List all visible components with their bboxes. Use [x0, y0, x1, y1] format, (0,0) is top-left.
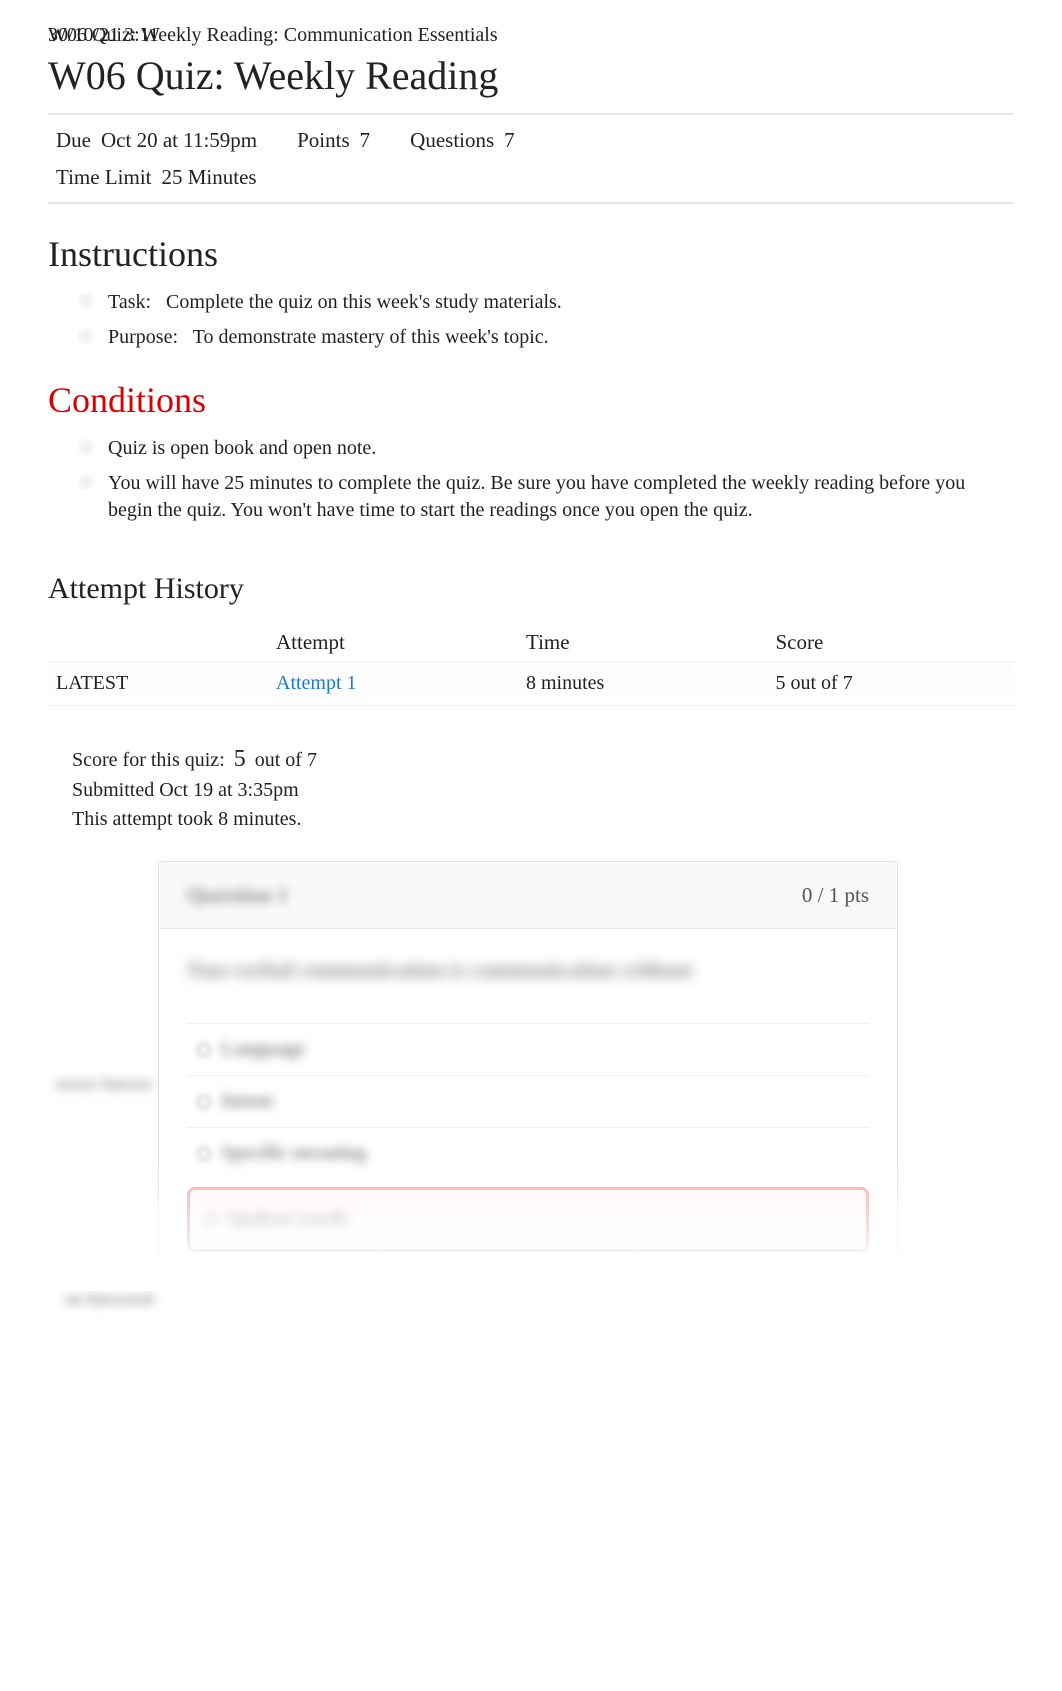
conditions-list: Quiz is open book and open note. You wil… [48, 435, 1014, 524]
questions-label: Questions [410, 128, 494, 153]
time-limit-value: 25 Minutes [162, 165, 257, 190]
bullet-icon [78, 474, 94, 490]
score-value: 5 [234, 746, 246, 773]
radio-icon [197, 1043, 211, 1057]
item-text: You will have 25 minutes to complete the… [108, 470, 1014, 524]
bullet-icon [78, 293, 94, 309]
list-item: Task: Complete the quiz on this week's s… [78, 289, 1014, 316]
answer-option[interactable]: Specific meaning [187, 1127, 869, 1179]
item-text: Complete the quiz on this week's study m… [166, 291, 562, 313]
attempt-link[interactable]: Attempt 1 [276, 672, 357, 694]
conditions-heading: Conditions [48, 379, 1014, 421]
answer-option[interactable]: Language [187, 1023, 869, 1075]
page-title: W06 Quiz: Weekly Reading [48, 52, 1014, 99]
divider [48, 202, 1014, 205]
answer-text: Language [221, 1038, 305, 1061]
item-prefix: Purpose: [108, 326, 178, 348]
radio-icon [197, 1095, 211, 1109]
submitted-line: Submitted Oct 19 at 3:35pm [72, 779, 1014, 802]
col-blank [48, 620, 268, 662]
bullet-icon [78, 328, 94, 344]
list-item: You will have 25 minutes to complete the… [78, 470, 1014, 524]
table-row: LATEST Attempt 1 8 minutes 5 out of 7 [48, 662, 1014, 706]
radio-icon [197, 1147, 211, 1161]
answer-option[interactable]: Intent [187, 1075, 869, 1127]
time-limit-label: Time Limit [56, 165, 152, 190]
score-prefix: Score for this quiz: [72, 749, 225, 771]
due-label: Due [56, 128, 91, 153]
question-area: orrect Answer ou Answered Question 1 0 /… [48, 861, 1014, 1281]
quiz-meta: Due Oct 20 at 11:59pm Points 7 Questions… [48, 116, 1014, 165]
print-timestamp: 30/10/21 3:11 [48, 24, 159, 47]
correct-answer-label: orrect Answer [38, 1076, 153, 1094]
item-text: Quiz is open book and open note. [108, 435, 1014, 462]
col-attempt: Attempt [268, 620, 518, 662]
answer-option-selected-wrong[interactable]: Spoken words [187, 1187, 869, 1252]
due-value: Oct 20 at 11:59pm [101, 128, 257, 153]
item-prefix: Task: [108, 291, 151, 313]
instructions-list: Task: Complete the quiz on this week's s… [48, 289, 1014, 351]
list-item: Purpose: To demonstrate mastery of this … [78, 324, 1014, 351]
attempt-history-heading: Attempt History [48, 572, 1014, 606]
duration-line: This attempt took 8 minutes. [72, 808, 1014, 831]
points-value: 7 [360, 128, 371, 153]
you-answered-label: ou Answered [38, 1291, 153, 1309]
bullet-icon [78, 439, 94, 455]
answer-text: Spoken words [228, 1208, 349, 1231]
answer-text: Specific meaning [221, 1142, 366, 1165]
cell-status: LATEST [48, 662, 268, 706]
question-card: Question 1 0 / 1 pts Non-verbal communic… [158, 861, 898, 1281]
cell-score: 5 out of 7 [767, 662, 1014, 706]
instructions-heading: Instructions [48, 233, 1014, 275]
print-doc-title: W06 Quiz: Weekly Reading: Communication … [48, 24, 1014, 47]
score-suffix: out of 7 [255, 749, 317, 771]
cell-time: 8 minutes [518, 662, 767, 706]
points-label: Points [297, 128, 350, 153]
attempt-history-table: Attempt Time Score LATEST Attempt 1 8 mi… [48, 620, 1014, 706]
question-text: Non-verbal communication is communicatio… [187, 957, 869, 983]
col-time: Time [518, 620, 767, 662]
radio-icon [204, 1213, 218, 1227]
questions-value: 7 [504, 128, 515, 153]
item-text: To demonstrate mastery of this week's to… [193, 326, 549, 348]
col-score: Score [767, 620, 1014, 662]
list-item: Quiz is open book and open note. [78, 435, 1014, 462]
question-title: Question 1 [187, 882, 288, 908]
score-summary: Score for this quiz: 5 out of 7 Submitte… [48, 746, 1014, 831]
question-points: 0 / 1 pts [802, 883, 869, 908]
answer-text: Intent [221, 1090, 273, 1113]
